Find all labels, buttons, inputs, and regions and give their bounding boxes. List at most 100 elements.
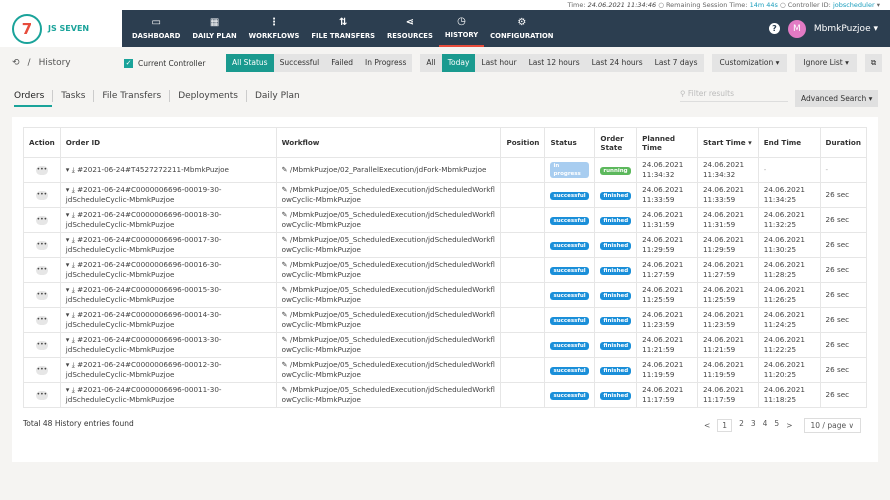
- advanced-search-button[interactable]: Advanced Search ▾: [795, 90, 879, 107]
- time-all[interactable]: All: [420, 54, 441, 72]
- nav-daily-plan[interactable]: ▦ DAILY PLAN: [186, 10, 242, 47]
- main-nav: 7 JS SEVEN ▭ DASHBOARD ▦ DAILY PLAN ⋮ WORKFLOW…: [0, 10, 890, 47]
- page-size-select[interactable]: 10 / page ∨: [803, 418, 861, 433]
- pencil-icon[interactable]: ✎: [282, 285, 290, 294]
- position: [500, 157, 546, 183]
- time-last-7-days[interactable]: Last 7 days: [649, 54, 704, 72]
- page-button[interactable]: 3: [751, 419, 756, 432]
- start-time: 24.06.2021 11:17:59: [696, 382, 759, 408]
- back-icon[interactable]: ⟲: [12, 58, 20, 68]
- page-button[interactable]: 4: [763, 419, 768, 432]
- pencil-icon[interactable]: ✎: [282, 210, 290, 219]
- time-today[interactable]: Today: [441, 54, 476, 72]
- pencil-icon[interactable]: ✎: [282, 185, 290, 194]
- workflow-link[interactable]: /MbmkPuzjoe/05_ScheduledExecution/jdSche…: [282, 235, 495, 254]
- end-time: 24.06.2021 11:26:25: [757, 282, 821, 308]
- workflow-link[interactable]: /MbmkPuzjoe/02_ParallelExecution/jdFork-…: [290, 165, 487, 174]
- pencil-icon[interactable]: ✎: [282, 310, 290, 319]
- tab-daily-plan[interactable]: Daily Plan: [245, 90, 308, 102]
- position: [500, 182, 546, 208]
- alarm-clock-icon: ◷: [457, 16, 466, 27]
- position: [500, 357, 546, 383]
- controller-select[interactable]: jobscheduler: [833, 1, 875, 9]
- pencil-icon[interactable]: ✎: [282, 235, 290, 244]
- position: [500, 257, 546, 283]
- workflow-link[interactable]: /MbmkPuzjoe/05_ScheduledExecution/jdSche…: [282, 285, 495, 304]
- current-controller-checkbox[interactable]: ✓ Current Controller: [124, 58, 220, 68]
- end-time: 24.06.2021 11:30:25: [757, 232, 821, 258]
- duration-time: -: [819, 157, 868, 183]
- page-button[interactable]: 5: [774, 419, 779, 432]
- action-menu-button[interactable]: •••: [35, 290, 48, 300]
- pencil-icon[interactable]: ✎: [282, 165, 290, 174]
- planned-time: 24.06.2021 11:25:59: [636, 282, 698, 308]
- action-menu-button[interactable]: •••: [35, 315, 48, 325]
- workflow-link[interactable]: /MbmkPuzjoe/05_ScheduledExecution/jdSche…: [282, 310, 495, 329]
- action-menu-button[interactable]: •••: [35, 340, 48, 350]
- tab-file-transfers[interactable]: File Transfers: [93, 90, 169, 102]
- order-state-badge: finished: [600, 217, 632, 225]
- status-badge: successful: [550, 242, 589, 250]
- user-menu[interactable]: MbmkPuzjoe ▾: [814, 24, 878, 34]
- end-time: 24.06.2021 11:22:25: [757, 332, 821, 358]
- status-all-status[interactable]: All Status: [226, 54, 274, 72]
- status-successful[interactable]: Successful: [274, 54, 326, 72]
- action-menu-button[interactable]: •••: [35, 190, 48, 200]
- time-last-hour[interactable]: Last hour: [475, 54, 522, 72]
- action-menu-button[interactable]: •••: [35, 365, 48, 375]
- action-menu-button[interactable]: •••: [35, 265, 48, 275]
- pencil-icon[interactable]: ✎: [282, 360, 290, 369]
- page-button[interactable]: 1: [717, 419, 733, 432]
- tab-orders[interactable]: Orders: [14, 90, 53, 107]
- action-menu-button[interactable]: •••: [35, 240, 48, 250]
- status-badge: successful: [550, 217, 589, 225]
- workflow-link[interactable]: /MbmkPuzjoe/05_ScheduledExecution/jdSche…: [282, 185, 495, 204]
- column-header: Status: [544, 127, 596, 158]
- column-header[interactable]: Start Time ▾: [696, 127, 759, 158]
- order-id: #2021-06-24#T4527272211-MbmkPuzjoe: [77, 165, 229, 174]
- prev-page-button[interactable]: <: [704, 421, 710, 430]
- tab-deployments[interactable]: Deployments: [169, 90, 246, 102]
- nav-file-transfers[interactable]: ⇅ FILE TRANSFERS: [305, 10, 381, 47]
- next-page-button[interactable]: >: [786, 421, 792, 430]
- workflow-link[interactable]: /MbmkPuzjoe/05_ScheduledExecution/jdSche…: [282, 210, 495, 229]
- planned-time: 24.06.2021 11:19:59: [636, 357, 698, 383]
- gears-icon: ⚙: [517, 17, 527, 28]
- filter-input[interactable]: ⚲ Filter results: [680, 89, 788, 102]
- pencil-icon[interactable]: ✎: [282, 385, 290, 394]
- customization-button[interactable]: Customization ▾: [711, 54, 788, 72]
- action-menu-button[interactable]: •••: [35, 215, 48, 225]
- open-new-window-icon[interactable]: ⧉: [864, 54, 883, 72]
- workflow-link[interactable]: /MbmkPuzjoe/05_ScheduledExecution/jdSche…: [282, 260, 495, 279]
- duration-time: 26 sec: [819, 182, 868, 208]
- help-icon[interactable]: ?: [768, 23, 780, 34]
- ignore-list-button[interactable]: Ignore List ▾: [795, 54, 857, 72]
- total-count: Total 48 History entries found: [23, 419, 134, 428]
- avatar[interactable]: M: [787, 19, 806, 38]
- logo[interactable]: 7 JS SEVEN: [0, 10, 122, 47]
- pencil-icon[interactable]: ✎: [282, 260, 290, 269]
- workflow-link[interactable]: /MbmkPuzjoe/05_ScheduledExecution/jdSche…: [282, 335, 495, 354]
- status-in-progress[interactable]: In Progress: [359, 54, 412, 72]
- status-badge: successful: [550, 292, 589, 300]
- action-menu-button[interactable]: •••: [35, 390, 48, 400]
- pencil-icon[interactable]: ✎: [282, 335, 290, 344]
- monitor-icon: ▭: [151, 17, 161, 28]
- status-failed[interactable]: Failed: [325, 54, 359, 72]
- page-button[interactable]: 2: [739, 419, 744, 432]
- nav-history[interactable]: ◷ HISTORY: [438, 10, 485, 47]
- time-last-24-hours[interactable]: Last 24 hours: [586, 54, 649, 72]
- workflow-link[interactable]: /MbmkPuzjoe/05_ScheduledExecution/jdSche…: [282, 385, 495, 404]
- action-menu-button[interactable]: •••: [35, 165, 48, 175]
- nav-workflows[interactable]: ⋮ WORKFLOWS: [243, 10, 306, 47]
- workflow-link[interactable]: /MbmkPuzjoe/05_ScheduledExecution/jdSche…: [282, 360, 495, 379]
- position: [500, 232, 546, 258]
- order-id: #2021-06-24#C0000006696-00017-30-jdSched…: [65, 235, 222, 254]
- time-last-12-hours[interactable]: Last 12 hours: [523, 54, 586, 72]
- nav-resources[interactable]: ⋖ RESOURCES: [381, 10, 439, 47]
- tab-tasks[interactable]: Tasks: [52, 90, 93, 102]
- nav-dashboard[interactable]: ▭ DASHBOARD: [126, 10, 186, 47]
- order-id: #2021-06-24#C0000006696-00018-30-jdSched…: [65, 210, 222, 229]
- check-icon: ✓: [124, 58, 133, 68]
- nav-configuration[interactable]: ⚙ CONFIGURATION: [484, 10, 559, 47]
